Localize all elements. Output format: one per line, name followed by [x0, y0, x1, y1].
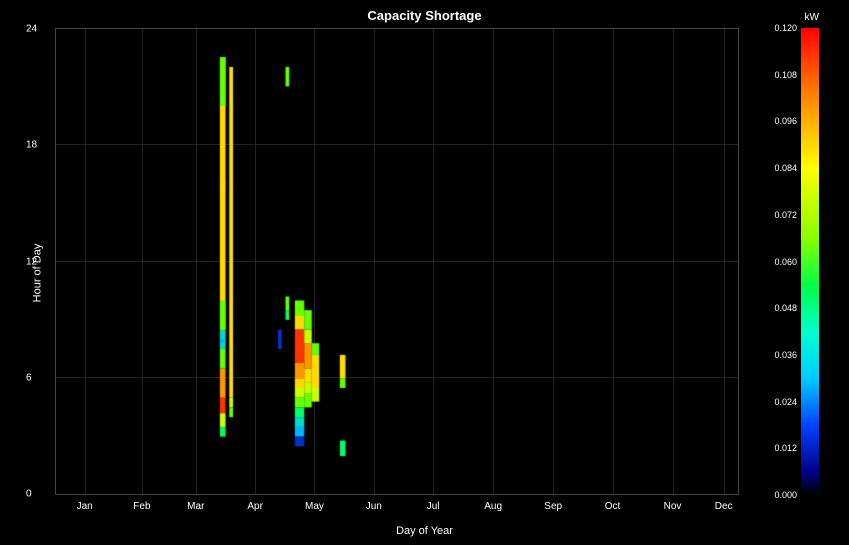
colorbar-tick: 0.120 [774, 23, 797, 33]
colorbar-unit: kW [805, 12, 819, 23]
colorbar-tick: 0.036 [774, 350, 797, 360]
grid-line-horizontal [56, 144, 738, 145]
colorbar-svg [801, 28, 819, 495]
grid-line-vertical [196, 29, 197, 494]
x-tick: May [305, 501, 324, 512]
x-tick: Nov [664, 501, 682, 512]
grid-line-vertical [724, 29, 725, 494]
grid-line-vertical [493, 29, 494, 494]
colorbar-tick: 0.096 [774, 116, 797, 126]
x-tick: Dec [715, 501, 733, 512]
x-tick: Oct [605, 501, 621, 512]
grid-line-vertical [142, 29, 143, 494]
plot-area: 06121824JanFebMarAprMayJunJulAugSepOctNo… [55, 28, 739, 495]
colorbar-tick: 0.084 [774, 163, 797, 173]
x-tick: Sep [544, 501, 562, 512]
x-tick: Apr [247, 501, 263, 512]
colorbar-tick: 0.048 [774, 303, 797, 313]
grid-line-vertical [314, 29, 315, 494]
grid-line-horizontal [56, 261, 738, 262]
x-tick: Aug [484, 501, 502, 512]
colorbar-tick: 0.072 [774, 210, 797, 220]
x-tick: Mar [187, 501, 204, 512]
grid-line-vertical [255, 29, 256, 494]
x-tick: Jul [427, 501, 440, 512]
grid-line-vertical [553, 29, 554, 494]
grid-line-horizontal [56, 377, 738, 378]
y-tick: 18 [26, 140, 37, 151]
y-tick: 6 [26, 372, 32, 383]
y-tick: 12 [26, 256, 37, 267]
y-axis-label: Hour of Day [31, 243, 43, 302]
x-tick: Jun [366, 501, 382, 512]
grid-line-vertical [613, 29, 614, 494]
x-tick: Jan [77, 501, 93, 512]
grid-line-vertical [673, 29, 674, 494]
colorbar-tick: 0.024 [774, 397, 797, 407]
y-tick: 24 [26, 24, 37, 35]
x-tick: Feb [133, 501, 150, 512]
grid-line-vertical [433, 29, 434, 494]
x-axis-label: Day of Year [396, 525, 453, 537]
colorbar-tick: 0.108 [774, 70, 797, 80]
grid-line-vertical [374, 29, 375, 494]
y-tick: 0 [26, 489, 32, 500]
colorbar: kW 0.1200.1080.0960.0840.0720.0600.0480 [801, 28, 819, 495]
chart-title: Capacity Shortage [367, 8, 481, 23]
colorbar-tick: 0.000 [774, 490, 797, 500]
colorbar-tick: 0.060 [774, 257, 797, 267]
colorbar-tick: 0.012 [774, 443, 797, 453]
grid-line-vertical [85, 29, 86, 494]
chart-container: Capacity Shortage Hour of Day Day of Yea… [0, 0, 849, 545]
